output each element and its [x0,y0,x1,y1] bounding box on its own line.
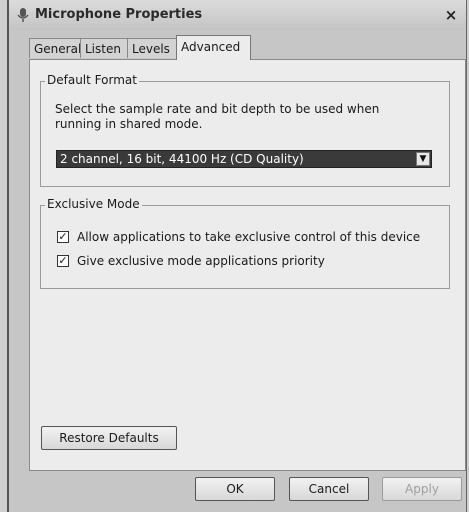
exclusive-mode-group: Exclusive Mode ✓ Allow applications to t… [40,197,450,289]
exclusive-priority-checkbox[interactable]: ✓ [57,255,69,267]
tab-levels[interactable]: Levels [127,38,177,58]
default-format-description: Select the sample rate and bit depth to … [55,102,380,131]
tab-advanced[interactable]: Advanced [176,35,251,60]
sample-rate-value: 2 channel, 16 bit, 44100 Hz (CD Quality) [60,152,304,166]
ok-button[interactable]: OK [195,477,275,501]
title-bar[interactable]: Microphone Properties × [9,0,466,30]
exclusive-mode-label: Exclusive Mode [45,197,142,211]
advanced-panel: Default Format Select the sample rate an… [29,59,466,471]
tab-general[interactable]: General [29,38,81,58]
default-format-label: Default Format [45,73,139,87]
properties-window: Microphone Properties × General Listen L… [7,0,467,512]
apply-button[interactable]: Apply [382,477,462,501]
sample-rate-select[interactable]: 2 channel, 16 bit, 44100 Hz (CD Quality)… [56,150,432,168]
window-title: Microphone Properties [35,7,203,22]
microphone-icon [15,7,31,23]
chevron-down-icon[interactable]: ▼ [416,152,430,166]
default-format-group: Default Format Select the sample rate an… [40,73,450,187]
close-icon[interactable]: × [442,6,460,24]
exclusive-control-label: Allow applications to take exclusive con… [77,230,421,244]
exclusive-priority-label: Give exclusive mode applications priorit… [77,254,325,268]
cancel-button[interactable]: Cancel [289,477,369,501]
tab-listen[interactable]: Listen [80,38,128,58]
exclusive-control-checkbox[interactable]: ✓ [57,231,69,243]
restore-defaults-button[interactable]: Restore Defaults [41,426,177,450]
